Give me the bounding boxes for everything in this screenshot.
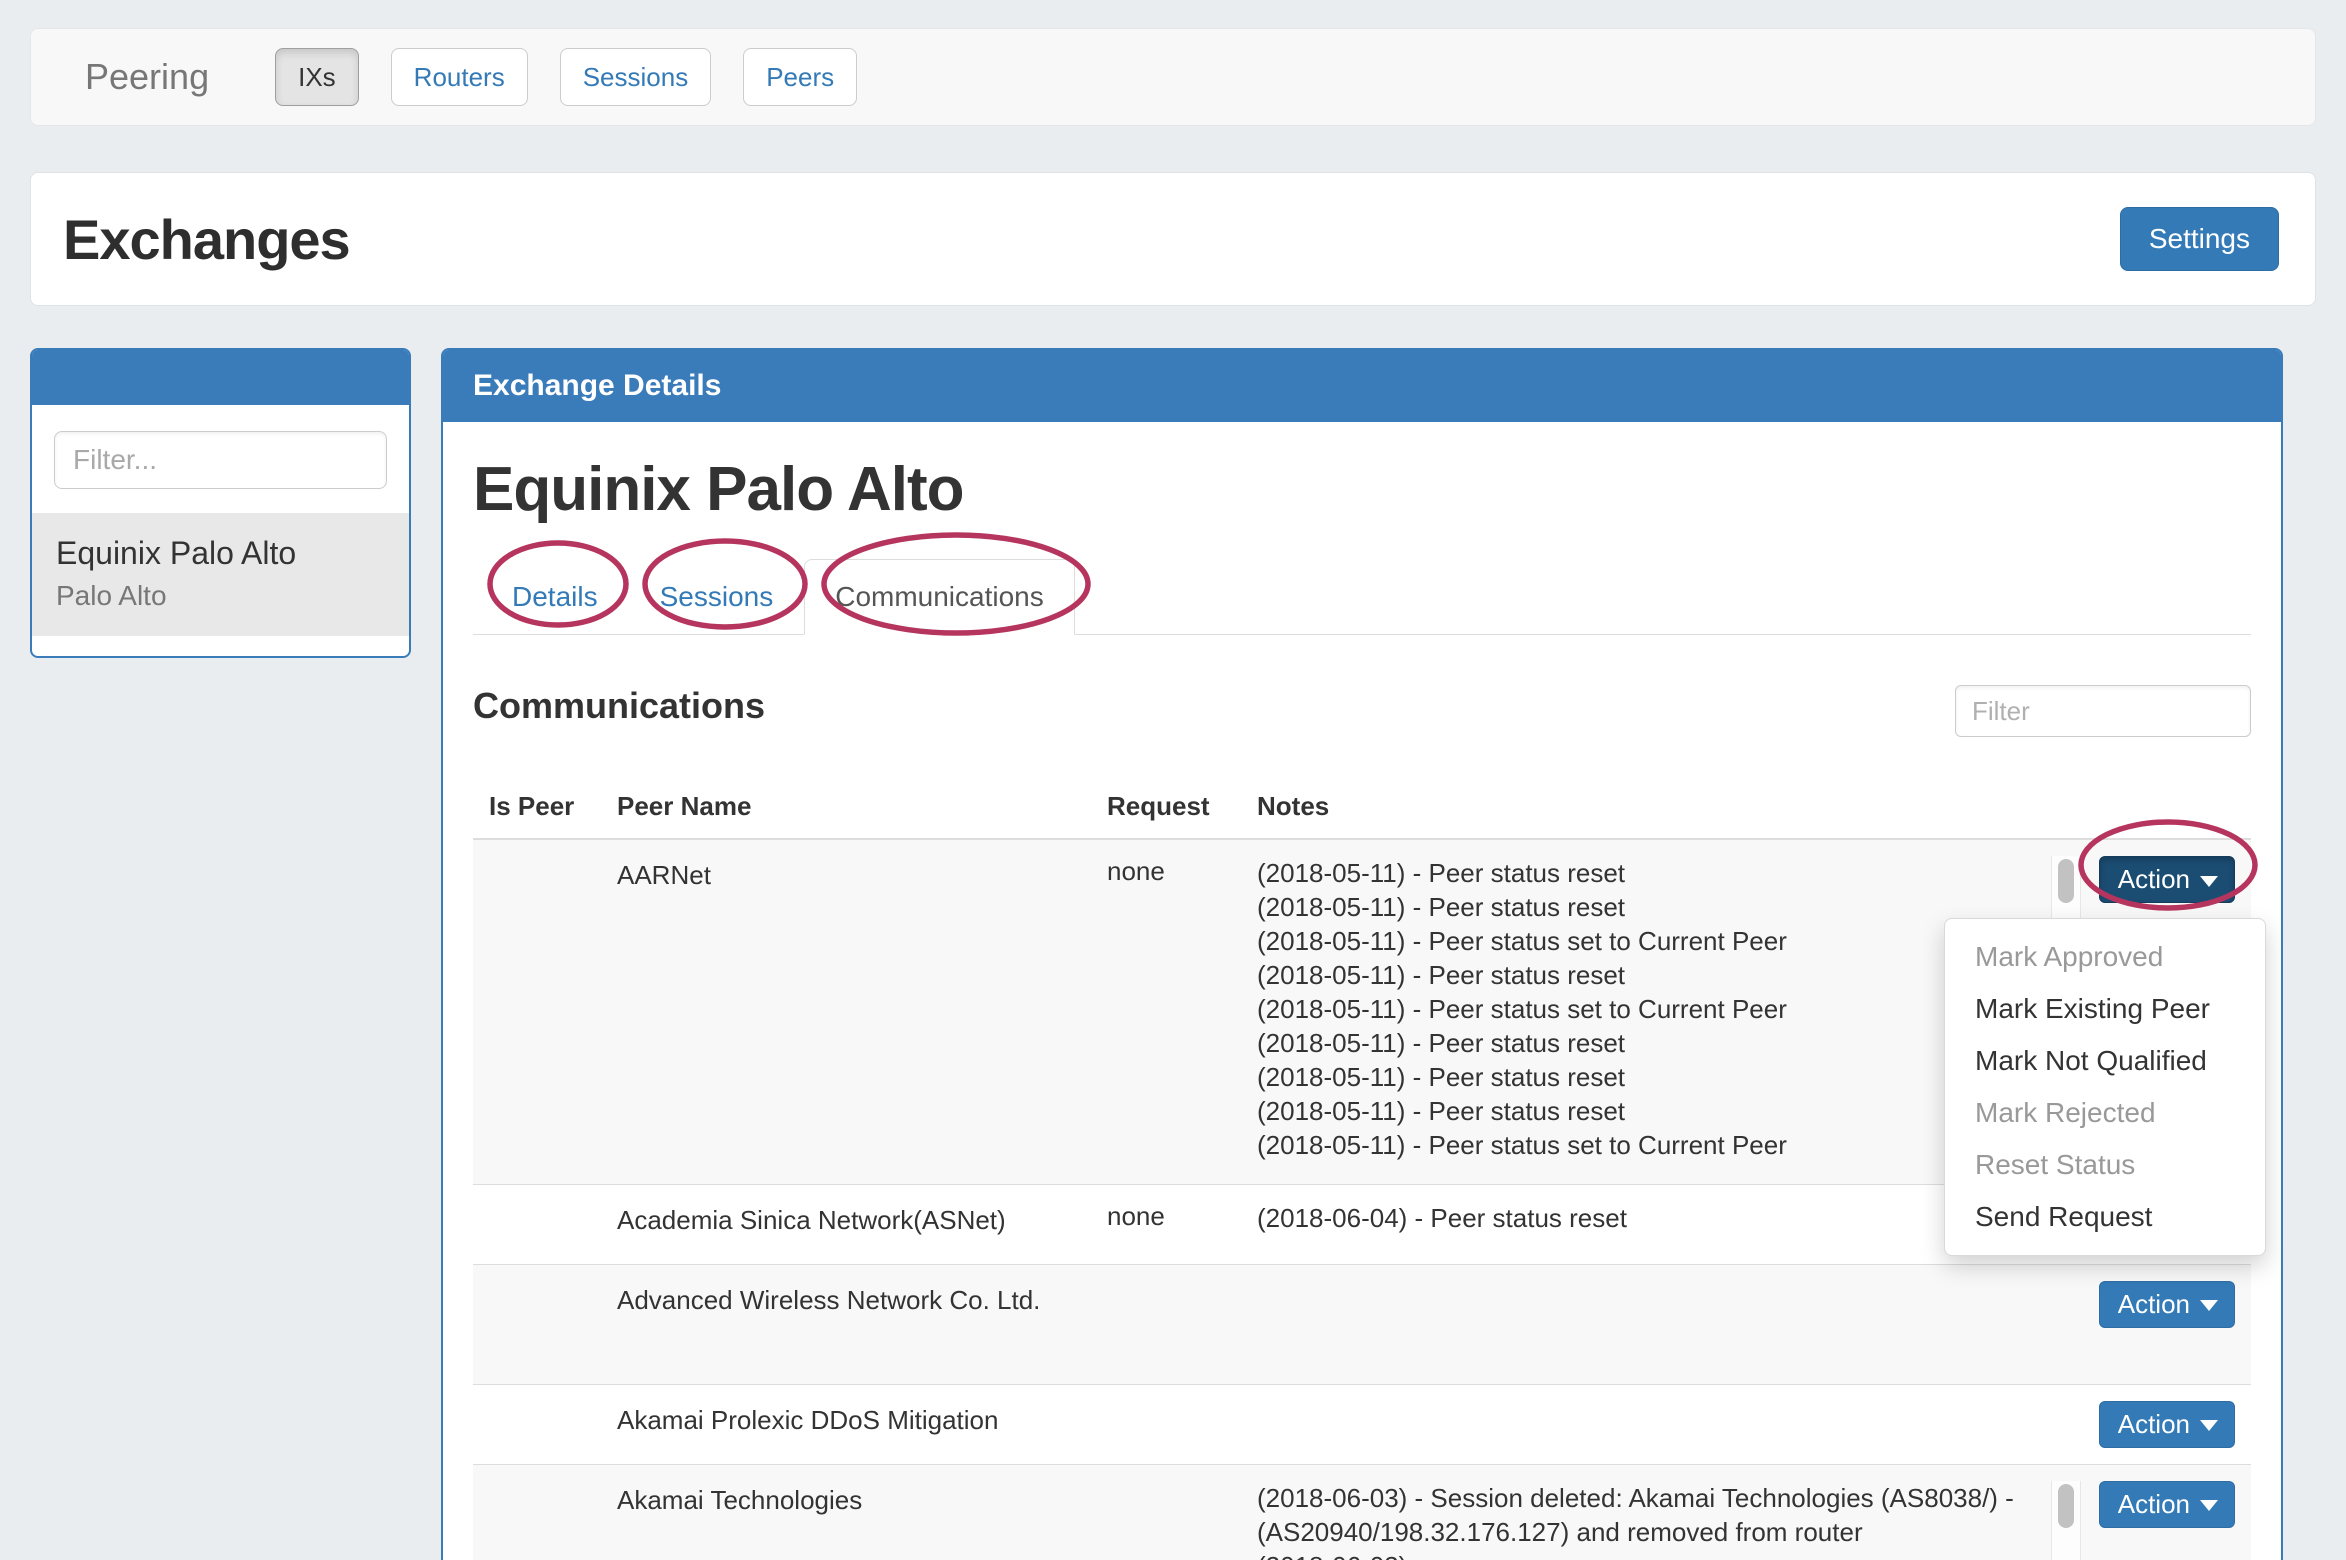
exchange-item-location: Palo Alto <box>56 580 385 612</box>
note-entry: (2018-06-03) - <box>1257 1549 2053 1560</box>
communications-table: Is Peer Peer Name Request Notes AARNet <box>473 775 2251 1560</box>
table-row-akamai-prolexic: Akamai Prolexic DDoS Mitigation Action <box>473 1384 2251 1464</box>
nav-button-sessions[interactable]: Sessions <box>560 48 712 106</box>
notes-scrollbar-thumb[interactable] <box>2058 1484 2074 1528</box>
col-header-is-peer: Is Peer <box>473 775 601 839</box>
cell-action: Action <box>2069 1464 2251 1560</box>
cell-is-peer <box>473 1264 601 1384</box>
page-title: Exchanges <box>63 207 350 272</box>
note-entry: (2018-05-11) - Peer status reset <box>1257 958 2053 992</box>
exchange-details-panel-title: Exchange Details <box>473 369 721 403</box>
sidebar-item-equinix-palo-alto[interactable]: Equinix Palo Alto Palo Alto <box>32 513 409 636</box>
menu-item-mark-existing-peer[interactable]: Mark Existing Peer <box>1945 983 2265 1035</box>
sidebar-filter-input[interactable] <box>54 431 387 489</box>
notes-scrollbar-thumb[interactable] <box>2058 859 2074 903</box>
action-dropdown-menu: Mark Approved Mark Existing Peer Mark No… <box>1944 918 2266 1256</box>
cell-is-peer <box>473 1384 601 1464</box>
menu-item-send-request[interactable]: Send Request <box>1945 1191 2265 1243</box>
exchange-details-body: Equinix Palo Alto Details Sessions Commu… <box>443 422 2281 1560</box>
cell-request: none <box>1091 1184 1241 1264</box>
tab-sessions[interactable]: Sessions <box>629 559 805 635</box>
cell-action: Action Mark Approved Mark Existing Peer … <box>2069 839 2251 1184</box>
detail-tabs: Details Sessions Communications <box>473 559 2251 635</box>
exchange-list-body <box>32 405 409 513</box>
communications-section-header: Communications <box>473 685 2251 737</box>
cell-peer-name: Advanced Wireless Network Co. Ltd. <box>601 1264 1091 1384</box>
tab-details[interactable]: Details <box>481 559 629 635</box>
exchange-list-panel: Equinix Palo Alto Palo Alto <box>30 348 411 658</box>
cell-notes <box>1241 1384 2069 1464</box>
col-header-action <box>2069 775 2251 839</box>
cell-action: Action <box>2069 1264 2251 1384</box>
note-entry: (2018-05-11) - Peer status reset <box>1257 856 2053 890</box>
cell-notes: (2018-06-03) - Session deleted: Akamai T… <box>1241 1464 2069 1560</box>
col-header-peer-name: Peer Name <box>601 775 1091 839</box>
cell-request <box>1091 1464 1241 1560</box>
page: Peering IXs Routers Sessions Peers Excha… <box>0 0 2346 1560</box>
menu-item-mark-rejected[interactable]: Mark Rejected <box>1945 1087 2265 1139</box>
col-header-request: Request <box>1091 775 1241 839</box>
cell-is-peer <box>473 1184 601 1264</box>
menu-item-reset-status[interactable]: Reset Status <box>1945 1139 2265 1191</box>
exchange-list-panel-header <box>32 350 409 405</box>
action-button-akamai-technologies[interactable]: Action <box>2099 1481 2235 1528</box>
cell-is-peer <box>473 1464 601 1560</box>
cell-peer-name: Academia Sinica Network(ASNet) <box>601 1184 1091 1264</box>
nav-button-ixs[interactable]: IXs <box>275 48 359 106</box>
cell-request <box>1091 1384 1241 1464</box>
menu-item-mark-approved[interactable]: Mark Approved <box>1945 931 2265 983</box>
exchange-item-name: Equinix Palo Alto <box>56 535 385 572</box>
action-button-aarnet[interactable]: Action <box>2099 856 2235 903</box>
nav-button-routers[interactable]: Routers <box>391 48 528 106</box>
cell-peer-name: Akamai Technologies <box>601 1464 1091 1560</box>
note-entry: (2018-05-11) - Peer status set to Curren… <box>1257 924 2053 958</box>
caret-down-icon <box>2200 1420 2218 1431</box>
note-entry: (2018-05-11) - Peer status reset <box>1257 1060 2053 1094</box>
exchange-name-heading: Equinix Palo Alto <box>473 454 2251 525</box>
exchange-details-panel-header: Exchange Details <box>443 350 2281 422</box>
exchange-details-panel: Exchange Details Equinix Palo Alto Detai… <box>441 348 2283 1560</box>
cell-request: none <box>1091 839 1241 1184</box>
table-row-aarnet: AARNet none (2018-05-11) - Peer status r… <box>473 839 2251 1184</box>
note-entry: (2018-06-04) - Peer status reset <box>1257 1201 2053 1235</box>
note-entry: (2018-05-11) - Peer status set to Curren… <box>1257 992 2053 1026</box>
cell-action: Action <box>2069 1384 2251 1464</box>
note-entry: (2018-05-11) - Peer status reset <box>1257 890 2053 924</box>
exchanges-header-panel: Exchanges Settings <box>30 172 2316 306</box>
menu-item-mark-not-qualified[interactable]: Mark Not Qualified <box>1945 1035 2265 1087</box>
cell-peer-name: AARNet <box>601 839 1091 1184</box>
tab-communications[interactable]: Communications <box>804 559 1075 635</box>
note-entry: (2018-05-11) - Peer status reset <box>1257 1026 2053 1060</box>
col-header-notes: Notes <box>1241 775 2069 839</box>
communications-filter-input[interactable] <box>1955 685 2251 737</box>
cell-is-peer <box>473 839 601 1184</box>
note-entry: (2018-06-03) - Session deleted: Akamai T… <box>1257 1481 2053 1549</box>
settings-button[interactable]: Settings <box>2120 207 2279 271</box>
caret-down-icon <box>2200 1500 2218 1511</box>
caret-down-icon <box>2200 1300 2218 1311</box>
table-row-advanced-wireless: Advanced Wireless Network Co. Ltd. Actio… <box>473 1264 2251 1384</box>
action-button-akamai-prolexic[interactable]: Action <box>2099 1401 2235 1448</box>
cell-peer-name: Akamai Prolexic DDoS Mitigation <box>601 1384 1091 1464</box>
brand-peering: Peering <box>85 56 209 98</box>
note-entry: (2018-05-11) - Peer status reset <box>1257 1094 2053 1128</box>
note-entry: (2018-05-11) - Peer status set to Curren… <box>1257 1128 2053 1162</box>
table-header-row: Is Peer Peer Name Request Notes <box>473 775 2251 839</box>
communications-heading: Communications <box>473 685 765 727</box>
notes-scrollbar[interactable] <box>2051 1481 2081 1560</box>
caret-down-icon <box>2200 876 2218 887</box>
action-button-advanced-wireless[interactable]: Action <box>2099 1281 2235 1328</box>
table-row-akamai-technologies: Akamai Technologies (2018-06-03) - Sessi… <box>473 1464 2251 1560</box>
cell-request <box>1091 1264 1241 1384</box>
nav-button-peers[interactable]: Peers <box>743 48 857 106</box>
cell-notes <box>1241 1264 2069 1384</box>
top-navbar: Peering IXs Routers Sessions Peers <box>30 28 2316 126</box>
